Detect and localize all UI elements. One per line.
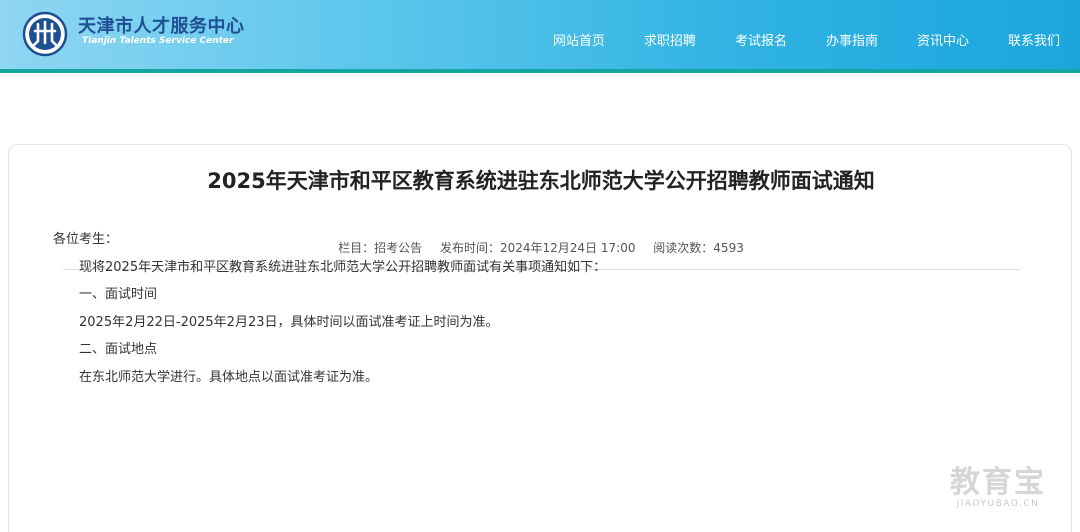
article-section-heading: 一、面试时间: [79, 287, 158, 302]
article-paragraph: 在东北师范大学进行。具体地点以面试准考证为准。: [79, 369, 379, 385]
article-paragraph: 2025年2月22日-2025年2月23日，具体时间以面试准考证上时间为准。: [79, 314, 499, 330]
nav-item-news-center[interactable]: 资讯中心: [917, 30, 969, 49]
nav-item-exam-registration[interactable]: 考试报名: [735, 30, 787, 49]
site-header: 天津市人才服务中心 Tianjin Talents Service Center…: [0, 0, 1080, 73]
article-body: 各位考生： 现将2025年天津市和平区教育系统进驻东北师范大学公开招聘教师面试有…: [53, 226, 1013, 391]
article-paragraph: 现将2025年天津市和平区教育系统进驻东北师范大学公开招聘教师面试有关事项通知如…: [79, 259, 607, 275]
site-logo-title[interactable]: 天津市人才服务中心: [78, 12, 245, 38]
watermark-cn: 教育宝: [950, 465, 1046, 500]
article-title: 2025年天津市和平区教育系统进驻东北师范大学公开招聘教师面试通知: [207, 169, 875, 193]
tianjin-talents-emblem-icon[interactable]: [22, 11, 68, 57]
article-section-heading: 二、面试地点: [79, 342, 158, 357]
nav-item-home[interactable]: 网站首页: [553, 30, 605, 49]
watermark-logo: 教育宝 JIAOYUBAO.CN: [938, 457, 1058, 509]
nav-item-contact[interactable]: 联系我们: [1008, 30, 1060, 49]
main-nav: 网站首页 求职招聘 考试报名 办事指南 资讯中心 联系我们: [553, 30, 1060, 49]
article-greeting: 各位考生：: [53, 232, 119, 247]
nav-item-service-guide[interactable]: 办事指南: [826, 30, 878, 49]
nav-item-jobs[interactable]: 求职招聘: [644, 30, 696, 49]
site-logo-subtitle: Tianjin Talents Service Center: [82, 36, 234, 46]
